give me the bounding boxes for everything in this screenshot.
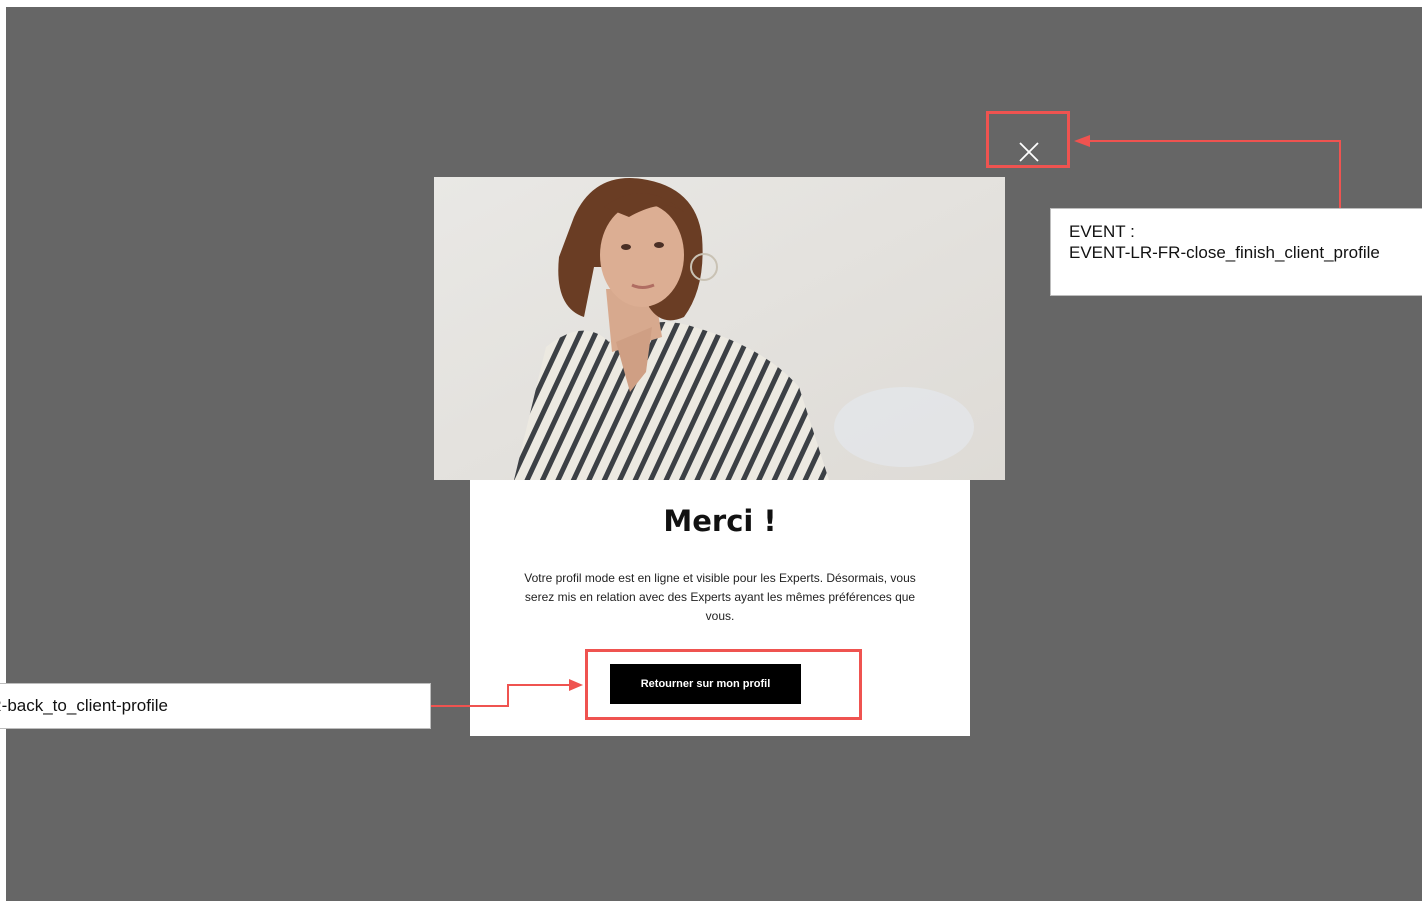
close-event-annotation: EVENT : EVENT-LR-FR-close_finish_client_… <box>1050 208 1422 296</box>
cta-event-annotation: FR-back_to_client-profile <box>0 683 431 729</box>
close-event-label: EVENT : <box>1069 222 1135 241</box>
cta-highlight <box>585 649 862 720</box>
hero-photo <box>434 177 1005 480</box>
modal-message: Votre profil mode est en ligne et visibl… <box>524 571 916 623</box>
cta-event-name: FR-back_to_client-profile <box>0 696 168 715</box>
close-event-name: EVENT-LR-FR-close_finish_client_profile <box>1069 243 1380 262</box>
modal-title: Merci ! <box>663 504 777 538</box>
close-button-highlight <box>986 111 1070 168</box>
